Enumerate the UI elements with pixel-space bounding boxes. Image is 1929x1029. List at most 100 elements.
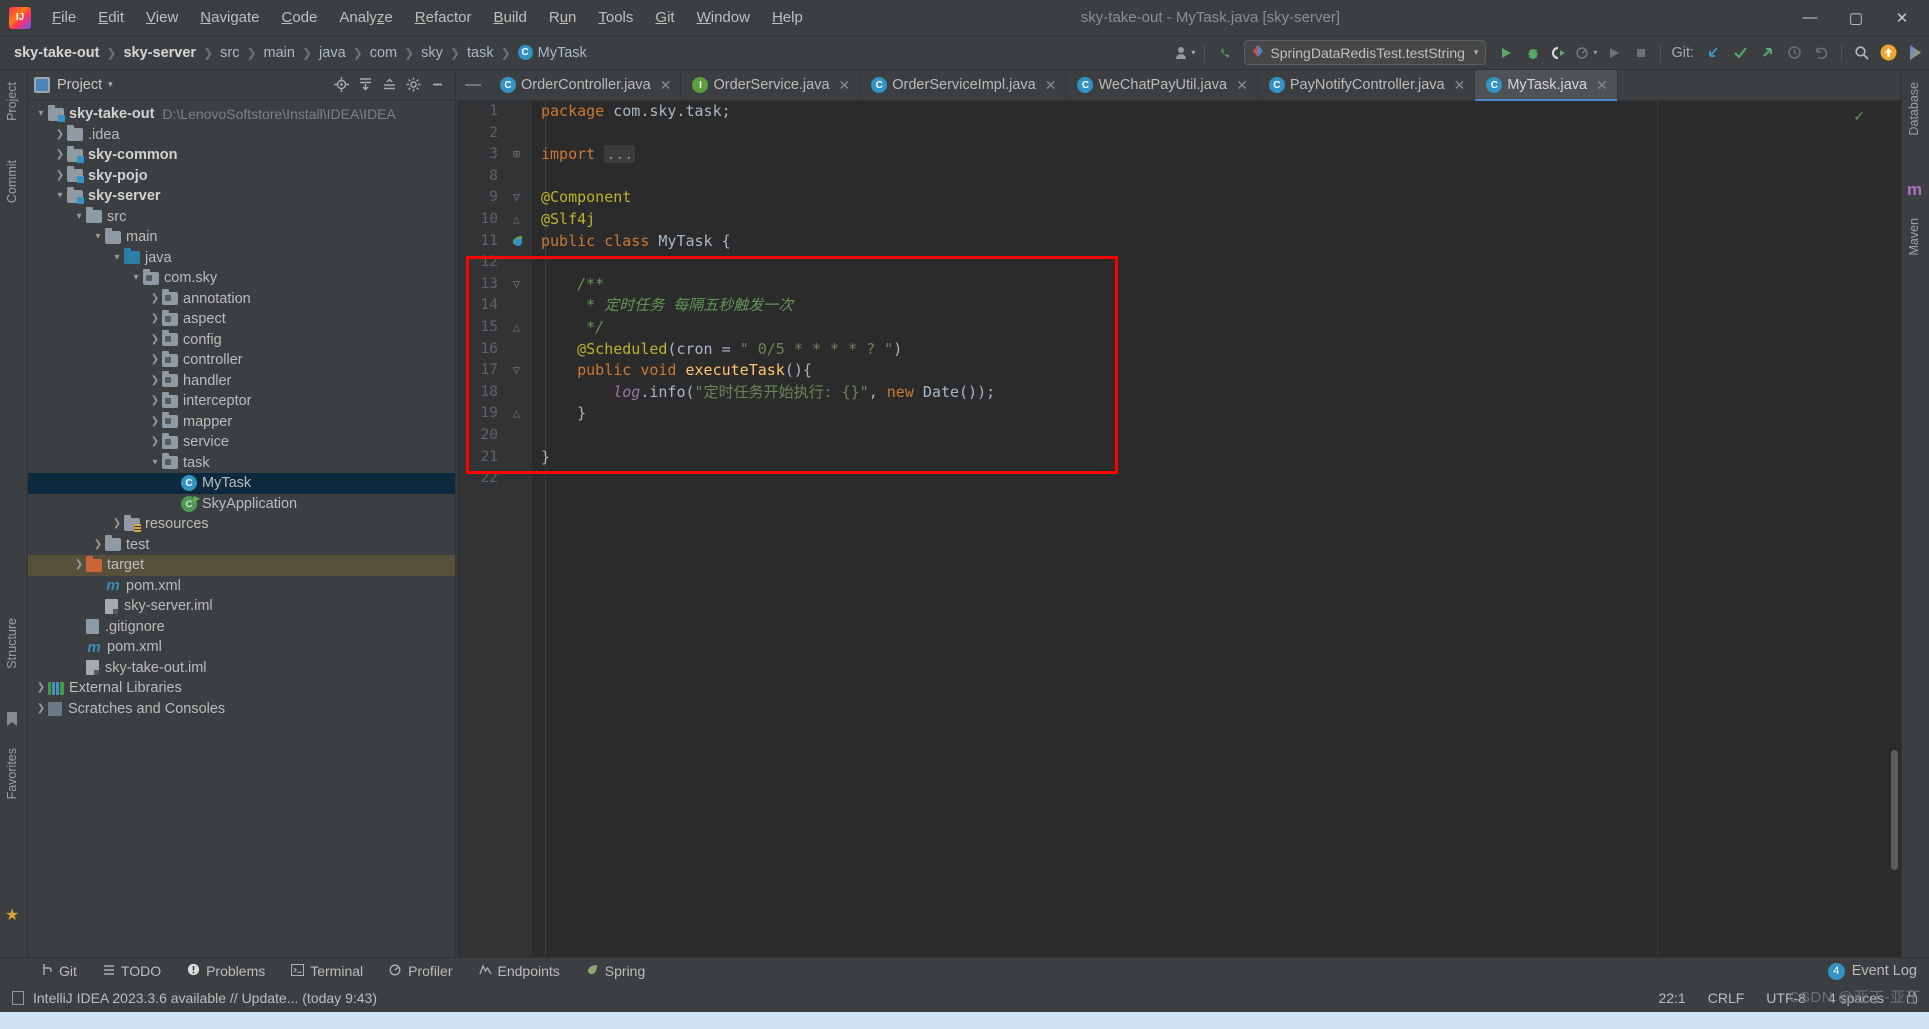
tree-node-sky-server-iml[interactable]: · sky-server.iml (28, 596, 455, 617)
rerun-icon[interactable] (1600, 40, 1627, 66)
tree-node-com-sky[interactable]: ▾ com.sky (28, 268, 455, 289)
locate-file-icon[interactable] (329, 73, 353, 97)
chevron-down-icon[interactable]: ▾ (53, 191, 67, 201)
tree-node-external-libraries[interactable]: ❯ External Libraries (28, 678, 455, 699)
tree-node-sky-take-out-iml[interactable]: · sky-take-out.iml (28, 658, 455, 679)
notification-update-icon[interactable] (1875, 40, 1902, 66)
menu-view[interactable]: View (135, 5, 189, 30)
tree-node-pom-xml[interactable]: ·m pom.xml (28, 637, 455, 658)
collapse-all-icon[interactable] (377, 73, 401, 97)
tree-node-interceptor[interactable]: ❯ interceptor (28, 391, 455, 412)
bottom-item-profiler[interactable]: Profiler (376, 958, 465, 985)
stop-icon[interactable] (1627, 40, 1654, 66)
fold-marker[interactable]: △ (501, 403, 532, 425)
close-icon[interactable]: ✕ (1045, 77, 1057, 94)
tree-node-scratches-and-consoles[interactable]: ❯ Scratches and Consoles (28, 699, 455, 720)
tool-window-project[interactable]: Project (0, 74, 28, 129)
expand-all-icon[interactable] (353, 73, 377, 97)
debug-icon[interactable] (1519, 40, 1546, 66)
tree-node-mytask[interactable]: ·C MyTask (28, 473, 455, 494)
git-rollback-icon[interactable] (1808, 40, 1835, 66)
tree-node-skyapplication[interactable]: ·CSkyApplication (28, 494, 455, 515)
chevron-right-icon[interactable]: ❯ (72, 560, 86, 570)
tool-window-database[interactable]: Database (1902, 74, 1929, 144)
git-push-icon[interactable] (1754, 40, 1781, 66)
spring-bean-icon[interactable] (501, 231, 532, 253)
chevron-right-icon[interactable]: ❯ (148, 293, 162, 304)
chevron-down-icon[interactable]: ▾ (110, 252, 124, 263)
chevron-right-icon[interactable]: ❯ (148, 437, 162, 447)
tool-window-favorites[interactable]: Favorites (0, 740, 28, 807)
code-editor[interactable]: 1 package com.sky.task; 2 3 ⊞ import ... 8 9 ▽ @C… (457, 101, 1901, 980)
tree-node-resources[interactable]: ❯ resources (28, 514, 455, 535)
file-encoding[interactable]: UTF-8 (1755, 990, 1817, 1006)
tree-node-handler[interactable]: ❯ handler (28, 371, 455, 392)
tool-window-maven[interactable]: Maven (1902, 210, 1929, 264)
tool-window-structure[interactable]: Structure (0, 610, 28, 677)
user-profile-icon[interactable]: ▾ (1171, 40, 1198, 66)
tree-node-controller[interactable]: ❯ controller (28, 350, 455, 371)
breadcrumb-item-4[interactable]: java (319, 45, 346, 61)
editor-tab-orderserviceimpl-java[interactable]: C OrderServiceImpl.java ✕ (860, 70, 1067, 100)
tree-node-java[interactable]: ▾ java (28, 248, 455, 269)
profiler-icon[interactable]: ▾ (1573, 40, 1600, 66)
editor-tab-mytask-java[interactable]: C MyTask.java ✕ (1475, 70, 1618, 101)
menu-edit[interactable]: Edit (87, 5, 135, 30)
maven-logo-icon[interactable]: m (1907, 180, 1922, 200)
breadcrumb-item-7[interactable]: task (467, 45, 494, 61)
tree-node-sky-common[interactable]: ❯ sky-common (28, 145, 455, 166)
run-with-coverage-icon[interactable] (1546, 40, 1573, 66)
close-button[interactable]: ✕ (1879, 1, 1925, 35)
tree-node-target[interactable]: ❯ target (28, 555, 455, 576)
chevron-right-icon[interactable]: ❯ (148, 334, 162, 345)
tree-node-service[interactable]: ❯ service (28, 432, 455, 453)
run-icon[interactable] (1492, 40, 1519, 66)
fold-marker[interactable]: △ (501, 209, 532, 231)
close-icon[interactable]: ✕ (1454, 77, 1466, 94)
chevron-right-icon[interactable]: ❯ (148, 416, 162, 427)
close-icon[interactable]: ✕ (839, 77, 851, 94)
tool-window-commit[interactable]: Commit (0, 152, 28, 211)
search-everywhere-icon[interactable] (1848, 40, 1875, 66)
status-message-area[interactable]: IntelliJ IDEA 2023.3.6 available // Upda… (12, 990, 377, 1006)
tree-node-src[interactable]: ▾ src (28, 207, 455, 228)
breadcrumb-item-6[interactable]: sky (421, 45, 443, 61)
breadcrumb-item-8[interactable]: MyTask (538, 45, 587, 61)
hide-tabs-icon[interactable]: — (457, 70, 489, 100)
menu-code[interactable]: Code (271, 5, 329, 30)
caret-position[interactable]: 22:1 (1647, 990, 1696, 1006)
run-configuration-selector[interactable]: SpringDataRedisTest.testString ▾ (1244, 40, 1487, 65)
breadcrumb-item-2[interactable]: src (220, 45, 239, 61)
menu-analyze[interactable]: Analyze (328, 5, 403, 30)
settings-gear-icon[interactable] (401, 73, 425, 97)
fold-marker[interactable]: ▽ (501, 274, 532, 296)
chevron-right-icon[interactable]: ❯ (148, 375, 162, 386)
tree-node-sky-pojo[interactable]: ❯ sky-pojo (28, 166, 455, 187)
editor-tab-paynotifycontroller-java[interactable]: C PayNotifyController.java ✕ (1258, 70, 1476, 100)
editor-tab-ordercontroller-java[interactable]: C OrderController.java ✕ (489, 70, 682, 100)
breadcrumb-item-0[interactable]: sky-take-out (14, 45, 99, 61)
chevron-right-icon[interactable]: ❯ (34, 683, 48, 693)
bookmarks-icon[interactable] (3, 710, 25, 732)
chevron-right-icon[interactable]: ❯ (148, 396, 162, 406)
menu-build[interactable]: Build (482, 5, 537, 30)
tree-node-sky-take-out[interactable]: ▾ sky-take-out D:\LenovoSoftstore\Install\… (28, 104, 455, 125)
git-commit-icon[interactable] (1727, 40, 1754, 66)
close-icon[interactable]: ✕ (660, 77, 672, 94)
editor-tab-orderservice-java[interactable]: I OrderService.java ✕ (681, 70, 861, 100)
tree-node-sky-server[interactable]: ▾ sky-server (28, 186, 455, 207)
tree-node-config[interactable]: ❯ config (28, 330, 455, 351)
fold-marker[interactable]: ▽ (501, 360, 532, 382)
breadcrumb-item-1[interactable]: sky-server (123, 45, 196, 61)
bottom-item-problems[interactable]: Problems (174, 958, 278, 985)
chevron-down-icon[interactable]: ▾ (72, 211, 86, 222)
chevron-down-icon[interactable]: ▾ (108, 79, 113, 90)
favorites-star-icon[interactable]: ★ (5, 905, 19, 925)
fold-marker[interactable]: ⊞ (501, 144, 532, 166)
chevron-right-icon[interactable]: ❯ (148, 314, 162, 324)
breadcrumb-item-3[interactable]: main (264, 45, 295, 61)
close-icon[interactable]: ✕ (1596, 77, 1608, 94)
tree-node-pom-xml[interactable]: ·m pom.xml (28, 576, 455, 597)
chevron-down-icon[interactable]: ▾ (148, 457, 162, 468)
inspection-status-icon[interactable]: ✓ (1853, 108, 1865, 125)
